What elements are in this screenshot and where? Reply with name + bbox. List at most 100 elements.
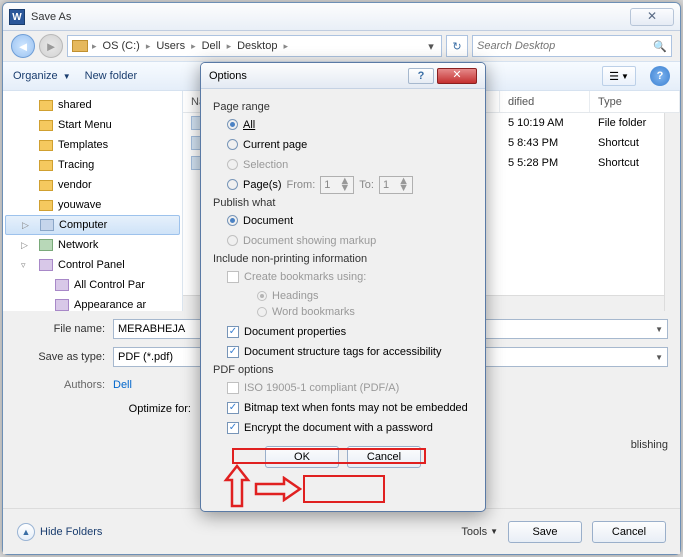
radio-icon [227, 179, 238, 190]
word-icon: W [9, 9, 25, 25]
dialog-close-button[interactable]: ✕ [437, 68, 477, 84]
view-mode-button[interactable]: ☰▼ [602, 66, 636, 86]
bookmarks-checkbox: Create bookmarks using: [227, 268, 473, 285]
chevron-icon: ▸ [225, 41, 234, 52]
control-panel-icon [55, 279, 69, 291]
crumb-os[interactable]: OS (C:) [101, 40, 142, 52]
chevron-icon: ▸ [281, 41, 290, 52]
radio-icon [227, 139, 238, 150]
window-close-button[interactable]: ✕ [630, 8, 674, 26]
all-radio[interactable]: All [227, 116, 473, 133]
encrypt-checkbox[interactable]: Encrypt the document with a password [227, 419, 473, 436]
chevron-up-icon: ▲ [17, 523, 35, 541]
search-input[interactable] [477, 40, 653, 52]
checkbox-icon [227, 271, 239, 283]
radio-icon [227, 119, 238, 130]
bitmap-checkbox[interactable]: Bitmap text when fonts may not be embedd… [227, 399, 473, 416]
tree-item-controlpanel[interactable]: ▿Control Panel [3, 255, 182, 275]
tree-item-shared[interactable]: shared [3, 95, 182, 115]
dialog-cancel-button[interactable]: Cancel [347, 446, 421, 468]
computer-icon [40, 219, 54, 231]
radio-icon [227, 235, 238, 246]
nav-tree[interactable]: shared Start Menu Templates Tracing vend… [3, 91, 183, 311]
chevron-down-icon[interactable]: ▼ [655, 325, 663, 334]
optimize-label: Optimize for: [121, 403, 191, 453]
breadcrumb-dropdown-icon[interactable]: ▾ [425, 40, 437, 53]
nav-forward-button[interactable]: ► [39, 34, 63, 58]
folder-icon [39, 140, 53, 151]
organize-button[interactable]: Organize ▼ [13, 70, 71, 82]
tree-item-tracing[interactable]: Tracing [3, 155, 182, 175]
from-spinner[interactable]: 1▲▼ [320, 176, 354, 194]
crumb-users[interactable]: Users [154, 40, 187, 52]
help-button[interactable]: ? [650, 66, 670, 86]
nonprinting-group: Include non-printing information [213, 253, 473, 265]
drive-icon [72, 40, 88, 52]
col-type[interactable]: Type [590, 91, 680, 112]
savetype-label: Save as type: [15, 351, 113, 363]
list-icon: ☰ [609, 70, 619, 83]
filename-label: File name: [15, 323, 113, 335]
word-bookmarks-radio: Word bookmarks [257, 304, 473, 320]
tree-item-computer[interactable]: ▷Computer [5, 215, 180, 235]
page-range-group: Page range [213, 101, 473, 113]
tools-dropdown[interactable]: Tools▼ [461, 526, 498, 538]
hide-folders-button[interactable]: ▲ Hide Folders [17, 523, 102, 541]
iso-checkbox: ISO 19005-1 compliant (PDF/A) [227, 379, 473, 396]
radio-icon [257, 291, 267, 301]
tree-item-vendor[interactable]: vendor [3, 175, 182, 195]
chevron-icon: ▸ [90, 41, 99, 52]
chevron-icon: ▸ [144, 41, 153, 52]
markup-radio: Document showing markup [227, 232, 473, 249]
document-radio[interactable]: Document [227, 212, 473, 229]
options-dialog: Options ? ✕ Page range All Current page … [200, 62, 486, 512]
tags-checkbox[interactable]: Document structure tags for accessibilit… [227, 343, 473, 360]
col-modified[interactable]: dified [500, 91, 590, 112]
to-spinner[interactable]: 1▲▼ [379, 176, 413, 194]
search-icon: 🔍 [653, 40, 667, 53]
tree-item-youwave[interactable]: youwave [3, 195, 182, 215]
nav-back-button[interactable]: ◄ [11, 34, 35, 58]
crumb-dell[interactable]: Dell [200, 40, 223, 52]
crumb-desktop[interactable]: Desktop [235, 40, 279, 52]
control-panel-icon [39, 259, 53, 271]
breadcrumb[interactable]: ▸ OS (C:) ▸ Users ▸ Dell ▸ Desktop ▸ ▾ [67, 35, 442, 57]
search-box[interactable]: 🔍 [472, 35, 672, 57]
folder-icon [39, 120, 53, 131]
tree-item-allcontrolpanel[interactable]: All Control Par [3, 275, 182, 295]
chevron-icon: ▸ [189, 41, 198, 52]
current-page-radio[interactable]: Current page [227, 136, 473, 153]
checkbox-icon [227, 382, 239, 394]
refresh-button[interactable]: ↻ [446, 35, 468, 57]
radio-icon [227, 159, 238, 170]
titlebar: W Save As ✕ [3, 3, 680, 31]
checkbox-icon [227, 346, 239, 358]
window-title: Save As [31, 11, 71, 23]
checkbox-icon [227, 422, 239, 434]
chevron-down-icon: ▼ [490, 527, 498, 536]
folder-icon [39, 160, 53, 171]
expand-icon[interactable]: ▷ [22, 220, 29, 231]
selection-radio: Selection [227, 156, 473, 173]
new-folder-button[interactable]: New folder [85, 70, 138, 82]
tree-item-appearance[interactable]: Appearance ar [3, 295, 182, 311]
expand-icon[interactable]: ▷ [21, 240, 28, 251]
vertical-scrollbar[interactable] [664, 113, 680, 311]
pages-radio[interactable]: Page(s) From: 1▲▼ To: 1▲▼ [227, 176, 473, 193]
tree-item-network[interactable]: ▷Network [3, 235, 182, 255]
cancel-button[interactable]: Cancel [592, 521, 666, 543]
ok-button[interactable]: OK [265, 446, 339, 468]
folder-icon [39, 100, 53, 111]
publish-what-group: Publish what [213, 197, 473, 209]
dialog-help-button[interactable]: ? [408, 68, 434, 84]
save-button[interactable]: Save [508, 521, 582, 543]
tree-item-templates[interactable]: Templates [3, 135, 182, 155]
authors-value[interactable]: Dell [113, 379, 132, 391]
docprops-checkbox[interactable]: Document properties [227, 323, 473, 340]
collapse-icon[interactable]: ▿ [21, 260, 26, 271]
chevron-down-icon[interactable]: ▼ [655, 353, 663, 362]
authors-label: Authors: [15, 379, 113, 391]
dialog-titlebar: Options ? ✕ [201, 63, 485, 89]
radio-icon [257, 307, 267, 317]
tree-item-startmenu[interactable]: Start Menu [3, 115, 182, 135]
